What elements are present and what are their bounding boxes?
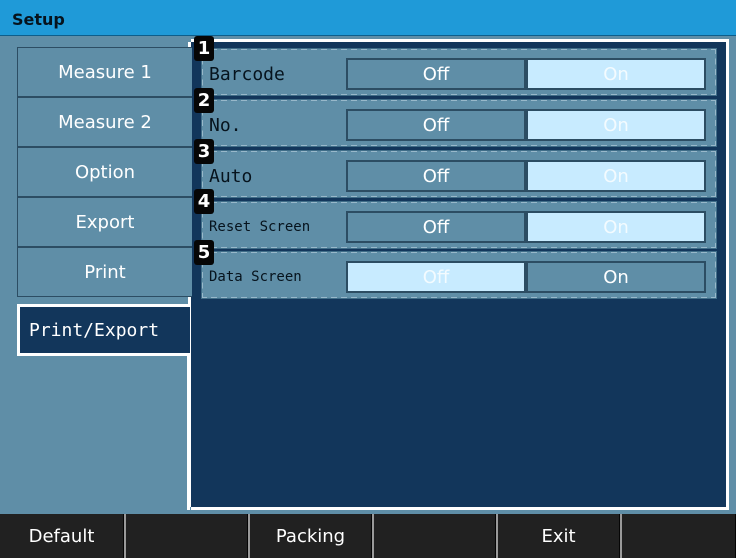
- tab-print[interactable]: Print: [17, 247, 192, 297]
- packing-button[interactable]: Packing: [248, 514, 372, 558]
- tab-export[interactable]: Export: [17, 197, 192, 247]
- window-title: Setup: [0, 0, 736, 36]
- auto-setting-row: Auto Off On: [201, 150, 717, 198]
- tab-print-export-right-border: [187, 353, 190, 510]
- tab-list: Measure 1 Measure 2 Option Export Print: [9, 40, 192, 297]
- setting-number-badge: 4: [194, 189, 214, 214]
- footer-toolbar: Default Packing Exit: [0, 514, 736, 558]
- setting-number-badge: 1: [194, 36, 214, 61]
- reset-screen-label: Reset Screen: [209, 219, 311, 235]
- blank-footer-button-3[interactable]: [620, 514, 736, 558]
- setting-number-badge: 2: [194, 88, 214, 113]
- barcode-on-button[interactable]: On: [526, 58, 706, 90]
- tab-print-export[interactable]: Print/Export: [17, 304, 190, 353]
- auto-off-button[interactable]: Off: [346, 160, 526, 192]
- number-on-button[interactable]: On: [526, 109, 706, 141]
- tab-option[interactable]: Option: [17, 147, 192, 197]
- data-screen-label: Data Screen: [209, 269, 302, 285]
- setting-number-badge: 5: [194, 240, 214, 265]
- number-setting-row: No. Off On: [201, 99, 717, 147]
- data-screen-setting-row: Data Screen Off On: [201, 251, 717, 299]
- number-off-button[interactable]: Off: [346, 109, 526, 141]
- data-screen-on-button[interactable]: On: [526, 261, 706, 293]
- number-label: No.: [209, 114, 242, 136]
- reset-screen-setting-row: Reset Screen Off On: [201, 201, 717, 249]
- barcode-off-button[interactable]: Off: [346, 58, 526, 90]
- reset-screen-on-button[interactable]: On: [526, 211, 706, 243]
- blank-footer-button-2[interactable]: [372, 514, 496, 558]
- tab-print-export-panel-extension: [17, 353, 190, 510]
- auto-on-button[interactable]: On: [526, 160, 706, 192]
- tab-measure-1[interactable]: Measure 1: [17, 47, 192, 97]
- blank-footer-button-1[interactable]: [124, 514, 248, 558]
- barcode-setting-row: Barcode Off On: [201, 48, 717, 96]
- tab-print-export-left-border: [17, 307, 20, 353]
- setting-number-badge: 3: [194, 139, 214, 164]
- tab-print-export-bottom-border: [17, 353, 190, 356]
- barcode-label: Barcode: [209, 63, 285, 85]
- exit-button[interactable]: Exit: [496, 514, 620, 558]
- default-button[interactable]: Default: [0, 514, 124, 558]
- tab-measure-2[interactable]: Measure 2: [17, 97, 192, 147]
- data-screen-off-button[interactable]: Off: [346, 261, 526, 293]
- auto-label: Auto: [209, 165, 253, 187]
- reset-screen-off-button[interactable]: Off: [346, 211, 526, 243]
